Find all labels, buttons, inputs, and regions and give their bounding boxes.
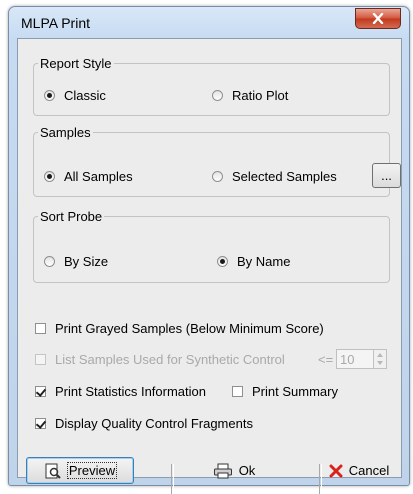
radio-by-name[interactable]: By Name	[217, 254, 290, 269]
printer-icon	[213, 463, 232, 478]
ok-button[interactable]: Ok	[178, 457, 290, 484]
checkbox-print-statistics-label: Print Statistics Information	[55, 384, 206, 399]
threshold-operator: <=	[318, 352, 334, 367]
preview-button[interactable]: Preview	[26, 457, 134, 484]
radio-icon	[44, 256, 55, 267]
window-title: MLPA Print	[21, 15, 90, 31]
button-divider	[171, 464, 174, 494]
radio-icon	[212, 171, 223, 182]
checkbox-list-synthetic[interactable]: List Samples Used for Synthetic Control	[35, 352, 285, 367]
cancel-x-icon	[329, 464, 343, 477]
radio-ratio-plot-label: Ratio Plot	[232, 88, 289, 103]
radio-all-samples-label: All Samples	[64, 169, 133, 184]
threshold-spinner[interactable]	[373, 349, 387, 369]
radio-classic-label: Classic	[64, 88, 106, 103]
spin-down-icon	[377, 361, 383, 365]
ok-button-label: Ok	[238, 463, 256, 478]
checkbox-print-grayed[interactable]: Print Grayed Samples (Below Minimum Scor…	[35, 321, 324, 336]
cancel-button-label: Cancel	[348, 463, 390, 478]
radio-all-samples[interactable]: All Samples	[44, 169, 133, 184]
spin-up-icon	[377, 353, 383, 357]
radio-selected-samples[interactable]: Selected Samples	[212, 169, 337, 184]
radio-ratio-plot[interactable]: Ratio Plot	[212, 88, 288, 103]
close-button[interactable]	[355, 8, 401, 29]
radio-icon	[217, 256, 228, 267]
preview-icon	[45, 463, 61, 479]
radio-icon	[44, 171, 55, 182]
checkbox-print-grayed-label: Print Grayed Samples (Below Minimum Scor…	[55, 321, 324, 336]
checkbox-print-summary[interactable]: Print Summary	[232, 384, 338, 399]
radio-classic[interactable]: Classic	[44, 88, 106, 103]
checkbox-display-qc[interactable]: Display Quality Control Fragments	[35, 416, 253, 431]
checkbox-icon	[35, 418, 47, 429]
browse-samples-button[interactable]: ...	[372, 163, 401, 188]
sort-probe-legend: Sort Probe	[40, 209, 103, 224]
title-bar: MLPA Print	[9, 7, 409, 37]
radio-by-size-label: By Size	[64, 254, 109, 269]
radio-icon	[212, 90, 223, 101]
threshold-input[interactable]	[336, 349, 374, 369]
samples-group: Samples	[33, 125, 390, 197]
print-dialog: MLPA Print Report Style Classic Ratio Pl…	[8, 6, 410, 494]
checkbox-icon	[35, 354, 46, 365]
sort-probe-group: Sort Probe	[33, 209, 390, 283]
cancel-button[interactable]: Cancel	[321, 457, 397, 484]
radio-by-size[interactable]: By Size	[44, 254, 108, 269]
radio-by-name-label: By Name	[237, 254, 291, 269]
radio-icon	[44, 90, 55, 101]
checkbox-list-synthetic-label: List Samples Used for Synthetic Control	[55, 352, 285, 367]
checkbox-print-summary-label: Print Summary	[252, 384, 338, 399]
dialog-body: Report Style Classic Ratio Plot Samples …	[17, 38, 402, 494]
radio-selected-samples-label: Selected Samples	[232, 169, 337, 184]
report-style-legend: Report Style	[40, 56, 112, 71]
checkbox-icon	[35, 386, 47, 397]
close-icon	[372, 13, 384, 24]
checkbox-display-qc-label: Display Quality Control Fragments	[55, 416, 253, 431]
checkbox-icon	[232, 386, 243, 397]
samples-legend: Samples	[40, 125, 91, 140]
checkbox-print-statistics[interactable]: Print Statistics Information	[35, 384, 206, 399]
report-style-group: Report Style	[33, 56, 390, 116]
preview-button-label: Preview	[66, 462, 118, 479]
checkbox-icon	[35, 323, 46, 334]
